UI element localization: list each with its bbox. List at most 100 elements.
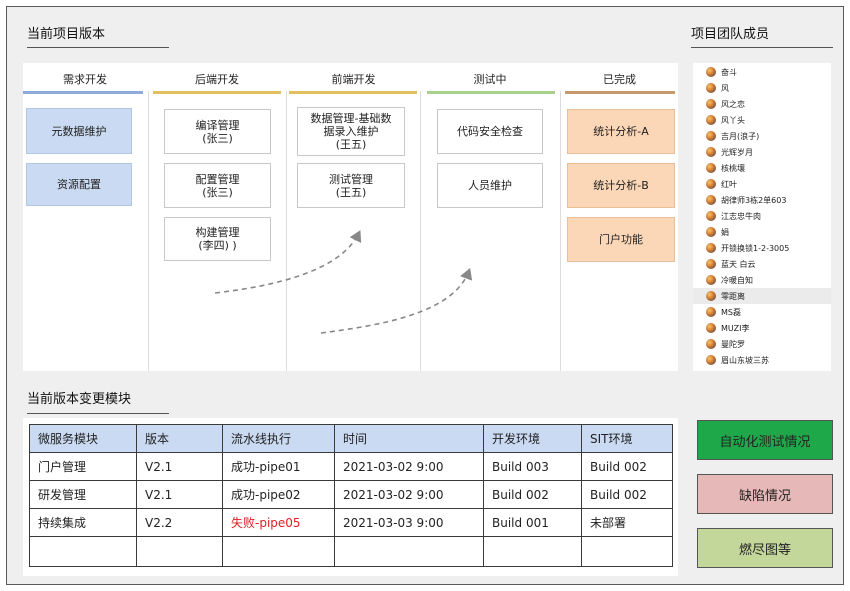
avatar xyxy=(706,99,716,109)
table-cell: Build 002 xyxy=(483,480,582,509)
table-row[interactable]: 研发管理 V2.1 成功-pipe02 2021-03-02 9:00 Buil… xyxy=(29,480,673,509)
avatar xyxy=(706,131,716,141)
member-item[interactable]: 江志忠牛肉 xyxy=(693,208,831,224)
column-header-done: 已完成 xyxy=(603,73,636,86)
table-cell: Build 002 xyxy=(581,480,673,509)
avatar xyxy=(706,147,716,157)
card-portal-feature[interactable]: 门户功能 xyxy=(567,217,675,262)
member-item-selected[interactable]: 零距离 xyxy=(693,288,831,304)
member-name: 胡律师3栋2单603 xyxy=(721,195,787,205)
member-item[interactable]: MS磊 xyxy=(693,304,831,320)
avatar xyxy=(706,163,716,173)
avatar xyxy=(706,291,716,301)
table-cell: 持续集成 xyxy=(29,508,137,537)
dashboard-frame: 当前项目版本 需求开发 后端开发 前端开发 测试中 已完成 元数据维护 资源配置… xyxy=(6,6,844,585)
avatar xyxy=(706,195,716,205)
member-name: 风之恋 xyxy=(721,99,745,109)
column-header-frontend: 前端开发 xyxy=(331,73,376,86)
column-bar-done xyxy=(565,91,675,94)
member-name: 零距离 xyxy=(721,291,745,301)
burndown-chart-button[interactable]: 燃尽图等 xyxy=(697,528,833,568)
member-name: 娟 xyxy=(721,227,729,237)
member-name: 红叶 xyxy=(721,179,737,189)
card-config-management[interactable]: 配置管理 (张三) xyxy=(164,163,271,208)
member-name: 眉山东坡三苏 xyxy=(721,355,769,365)
member-item[interactable]: MUZI李 xyxy=(693,320,831,336)
board-section-title: 当前项目版本 xyxy=(27,27,106,42)
column-header: 开发环境 xyxy=(483,424,582,453)
member-name: 曼陀罗 xyxy=(721,339,745,349)
defects-button[interactable]: 缺陷情况 xyxy=(697,474,833,514)
avatar xyxy=(706,355,716,365)
card-test-management[interactable]: 测试管理 (王五) xyxy=(297,163,405,208)
table-cell: 成功-pipe01 xyxy=(222,452,335,481)
table-cell: Build 002 xyxy=(581,452,673,481)
member-item[interactable]: 风之恋 xyxy=(693,96,831,112)
member-item[interactable]: 娟 xyxy=(693,224,831,240)
member-item[interactable]: 曼陀罗 xyxy=(693,336,831,352)
member-item[interactable]: 开锁换锁1-2-3005 xyxy=(693,240,831,256)
table-row[interactable]: 门户管理 V2.1 成功-pipe01 2021-03-02 9:00 Buil… xyxy=(29,452,673,481)
changes-section-title: 当前版本变更模块 xyxy=(27,392,132,407)
card-resource-config[interactable]: 资源配置 xyxy=(26,163,132,206)
card-data-management[interactable]: 数据管理-基础数 据录入维护 (王五) xyxy=(297,107,405,156)
member-name: MUZI李 xyxy=(721,323,750,333)
table-header-row: 微服务模块 版本 流水线执行 时间 开发环境 SIT环境 xyxy=(29,424,673,453)
table-cell xyxy=(29,536,137,567)
member-name: 蓝天 白云 xyxy=(721,259,756,269)
column-bar-requirements xyxy=(23,91,143,94)
column-header-requirements: 需求开发 xyxy=(63,73,107,86)
member-item[interactable]: 眉山东坡三苏 xyxy=(693,352,831,368)
card-stats-analysis-a[interactable]: 统计分析-A xyxy=(567,109,675,154)
table-cell: 2021-03-02 9:00 xyxy=(334,480,484,509)
member-name: 冷暖自知 xyxy=(721,275,753,285)
team-section-underline xyxy=(691,47,833,48)
table-cell: 门户管理 xyxy=(29,452,137,481)
member-item[interactable]: 红叶 xyxy=(693,176,831,192)
card-compile-management[interactable]: 编译管理 (张三) xyxy=(164,109,271,154)
table-cell: 成功-pipe02 xyxy=(222,480,335,509)
member-item[interactable]: 风 xyxy=(693,80,831,96)
member-item[interactable]: 核桃壤 xyxy=(693,160,831,176)
table-cell: Build 001 xyxy=(483,508,582,537)
avatar xyxy=(706,115,716,125)
member-item[interactable]: 风丫头 xyxy=(693,112,831,128)
table-row-empty[interactable] xyxy=(29,536,673,567)
table-cell: 2021-03-02 9:00 xyxy=(334,452,484,481)
avatar xyxy=(706,83,716,93)
member-item[interactable]: 蓝天 白云 xyxy=(693,256,831,272)
pipeline-failed-cell: 失败-pipe05 xyxy=(222,508,335,537)
member-item[interactable]: 冷暖自知 xyxy=(693,272,831,288)
member-item[interactable]: 胡律师3栋2单603 xyxy=(693,192,831,208)
autotest-status-button[interactable]: 自动化测试情况 xyxy=(697,420,833,460)
table-cell xyxy=(334,536,484,567)
card-code-security-check[interactable]: 代码安全检查 xyxy=(437,109,543,154)
member-name: 风丫头 xyxy=(721,115,745,125)
table-cell: 2021-03-03 9:00 xyxy=(334,508,484,537)
member-name: 奋斗 xyxy=(721,67,737,77)
avatar xyxy=(706,323,716,333)
column-header-testing: 测试中 xyxy=(473,73,507,86)
column-header: 微服务模块 xyxy=(29,424,137,453)
kanban-board: 需求开发 后端开发 前端开发 测试中 已完成 元数据维护 资源配置 编译管理 (… xyxy=(23,63,678,371)
member-item[interactable]: 奋斗 xyxy=(693,64,831,80)
member-name: 江志忠牛肉 xyxy=(721,211,761,221)
avatar xyxy=(706,211,716,221)
avatar xyxy=(706,243,716,253)
card-stats-analysis-b[interactable]: 统计分析-B xyxy=(567,163,675,208)
column-header: 时间 xyxy=(334,424,484,453)
card-build-management[interactable]: 构建管理 (李四) ) xyxy=(164,217,271,261)
card-metadata-maintenance[interactable]: 元数据维护 xyxy=(26,108,132,154)
card-personnel-maintenance[interactable]: 人员维护 xyxy=(437,163,543,208)
column-bar-frontend xyxy=(289,91,417,94)
column-header-backend: 后端开发 xyxy=(195,73,239,86)
member-item[interactable]: 吉月(浪子) xyxy=(693,128,831,144)
avatar xyxy=(706,339,716,349)
table-cell: V2.1 xyxy=(136,480,223,509)
table-row[interactable]: 持续集成 V2.2 失败-pipe05 2021-03-03 9:00 Buil… xyxy=(29,508,673,537)
column-header: 版本 xyxy=(136,424,223,453)
avatar xyxy=(706,67,716,77)
member-item[interactable]: 光辉岁月 xyxy=(693,144,831,160)
table-cell: V2.2 xyxy=(136,508,223,537)
changes-section-underline xyxy=(27,413,169,414)
